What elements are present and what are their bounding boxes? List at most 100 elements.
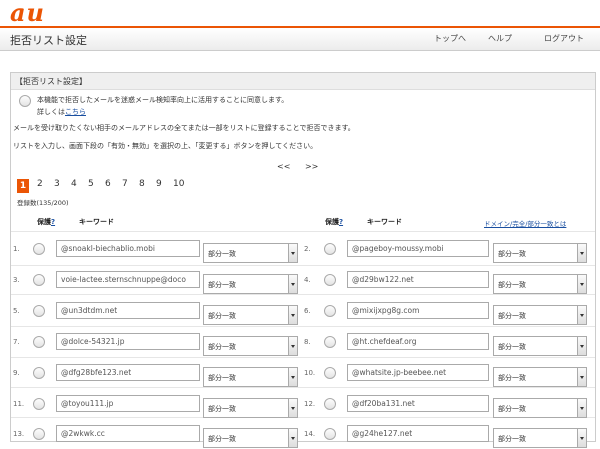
protect-radio[interactable] bbox=[324, 367, 336, 379]
page-7-link[interactable]: 7 bbox=[122, 179, 128, 189]
protect-radio[interactable] bbox=[33, 305, 45, 317]
chevron-down-icon bbox=[288, 429, 297, 447]
panel-heading: 【拒否リスト設定】 bbox=[11, 73, 595, 90]
match-type-value: 部分一致 bbox=[498, 250, 526, 258]
keyword-input[interactable]: @d29bw122.net bbox=[347, 271, 489, 288]
match-type-select[interactable]: 部分一致 bbox=[493, 428, 587, 448]
page-header: 拒否リスト設定 トップへ ヘルプ ログアウト bbox=[0, 26, 600, 51]
chevron-down-icon bbox=[288, 275, 297, 293]
keyword-input[interactable]: @whatsite.jp-beebee.net bbox=[347, 364, 489, 381]
protect-help-link[interactable]: ? bbox=[339, 218, 343, 226]
page-8-link[interactable]: 8 bbox=[139, 179, 145, 189]
chevron-down-icon bbox=[288, 306, 297, 324]
protect-radio[interactable] bbox=[324, 336, 336, 348]
protect-radio[interactable] bbox=[33, 398, 45, 410]
match-type-value: 部分一致 bbox=[208, 405, 236, 413]
protect-radio[interactable] bbox=[324, 305, 336, 317]
chevron-down-icon bbox=[577, 429, 586, 447]
protect-radio[interactable] bbox=[33, 367, 45, 379]
registered-count: 登録数(135/200) bbox=[17, 199, 69, 207]
keyword-input[interactable]: @mixijxpg8g.com bbox=[347, 302, 489, 319]
page-3-link[interactable]: 3 bbox=[54, 179, 60, 189]
entry-number: 6. bbox=[304, 307, 311, 315]
protect-radio[interactable] bbox=[33, 274, 45, 286]
match-type-select[interactable]: 部分一致 bbox=[493, 274, 587, 294]
chevron-down-icon bbox=[288, 368, 297, 386]
protect-radio[interactable] bbox=[33, 336, 45, 348]
entry-number: 10. bbox=[304, 369, 316, 377]
entry-number: 14. bbox=[304, 430, 316, 438]
protect-header-right: 保護? bbox=[325, 217, 343, 227]
page-2-link[interactable]: 2 bbox=[37, 179, 43, 189]
protect-help-link[interactable]: ? bbox=[51, 218, 55, 226]
entry-number: 12. bbox=[304, 400, 316, 408]
keyword-input[interactable]: @pageboy-moussy.mobi bbox=[347, 240, 489, 257]
page-10-link[interactable]: 10 bbox=[173, 179, 184, 189]
keyword-input[interactable]: @dolce-54321.jp bbox=[56, 333, 200, 350]
match-type-select[interactable]: 部分一致 bbox=[203, 398, 298, 418]
protect-radio[interactable] bbox=[33, 428, 45, 440]
protect-header-left: 保護? bbox=[37, 217, 55, 227]
entry-number: 11. bbox=[13, 400, 25, 408]
consent-radio[interactable] bbox=[19, 95, 31, 107]
match-type-select[interactable]: 部分一致 bbox=[493, 243, 587, 263]
protect-radio[interactable] bbox=[324, 428, 336, 440]
page-6-link[interactable]: 6 bbox=[105, 179, 111, 189]
match-type-select[interactable]: 部分一致 bbox=[203, 367, 298, 387]
row-divider bbox=[11, 357, 595, 358]
au-logo: au bbox=[10, 0, 45, 27]
keyword-input[interactable]: @toyou111.jp bbox=[56, 395, 200, 412]
row-divider bbox=[11, 326, 595, 327]
match-type-value: 部分一致 bbox=[498, 343, 526, 351]
match-type-value: 部分一致 bbox=[208, 250, 236, 258]
entry-number: 3. bbox=[13, 276, 20, 284]
page-title: 拒否リスト設定 bbox=[10, 34, 87, 47]
entry-number: 7. bbox=[13, 338, 20, 346]
block-list-panel: 【拒否リスト設定】 本機能で拒否したメールを迷惑メール検知率向上に活用することに… bbox=[10, 72, 596, 448]
match-type-select[interactable]: 部分一致 bbox=[493, 398, 587, 418]
protect-label: 保護 bbox=[325, 218, 339, 226]
nav-help-link[interactable]: ヘルプ bbox=[488, 33, 512, 44]
match-type-select[interactable]: 部分一致 bbox=[203, 305, 298, 325]
match-type-select[interactable]: 部分一致 bbox=[493, 336, 587, 356]
match-type-value: 部分一致 bbox=[498, 374, 526, 382]
details-prefix: 詳しくは bbox=[37, 108, 65, 116]
next-page-button[interactable]: >> bbox=[305, 162, 318, 171]
entry-number: 9. bbox=[13, 369, 20, 377]
nav-logout-link[interactable]: ログアウト bbox=[544, 33, 584, 44]
nav-top-link[interactable]: トップへ bbox=[434, 33, 466, 44]
chevron-down-icon bbox=[577, 399, 586, 417]
match-type-select[interactable]: 部分一致 bbox=[493, 367, 587, 387]
match-type-select[interactable]: 部分一致 bbox=[203, 274, 298, 294]
prev-page-button[interactable]: << bbox=[277, 162, 290, 171]
match-type-select[interactable]: 部分一致 bbox=[203, 243, 298, 263]
entry-number: 8. bbox=[304, 338, 311, 346]
chevron-down-icon bbox=[577, 368, 586, 386]
match-type-value: 部分一致 bbox=[208, 374, 236, 382]
protect-radio[interactable] bbox=[324, 243, 336, 255]
match-type-select[interactable]: 部分一致 bbox=[203, 336, 298, 356]
match-type-help-link[interactable]: ドメイン/完全/部分一致とは bbox=[484, 218, 566, 228]
keyword-input[interactable]: @snoakl-biechablio.mobi bbox=[56, 240, 200, 257]
keyword-input[interactable]: @ht.chefdeaf.org bbox=[347, 333, 489, 350]
protect-radio[interactable] bbox=[33, 243, 45, 255]
page-5-link[interactable]: 5 bbox=[88, 179, 94, 189]
entry-number: 1. bbox=[13, 245, 20, 253]
page-9-link[interactable]: 9 bbox=[156, 179, 162, 189]
match-type-select[interactable]: 部分一致 bbox=[203, 428, 298, 448]
chevron-down-icon bbox=[577, 337, 586, 355]
keyword-input[interactable]: @g24he127.net bbox=[347, 425, 489, 442]
keyword-input[interactable]: @2wkwk.cc bbox=[56, 425, 200, 442]
protect-radio[interactable] bbox=[324, 274, 336, 286]
keyword-input[interactable]: @df20ba131.net bbox=[347, 395, 489, 412]
match-type-select[interactable]: 部分一致 bbox=[493, 305, 587, 325]
description-1: メールを受け取りたくない相手のメールアドレスの全てまたは一部をリストに登録するこ… bbox=[13, 124, 355, 132]
details-link[interactable]: こちら bbox=[65, 108, 86, 116]
page-1-current[interactable]: 1 bbox=[17, 179, 29, 193]
page-4-link[interactable]: 4 bbox=[71, 179, 77, 189]
protect-radio[interactable] bbox=[324, 398, 336, 410]
keyword-header-left: キーワード bbox=[79, 218, 114, 226]
keyword-input[interactable]: voie-lactee.sternschnuppe@doco bbox=[56, 271, 200, 288]
keyword-input[interactable]: @dfg28bfe123.net bbox=[56, 364, 200, 381]
keyword-input[interactable]: @un3dtdm.net bbox=[56, 302, 200, 319]
